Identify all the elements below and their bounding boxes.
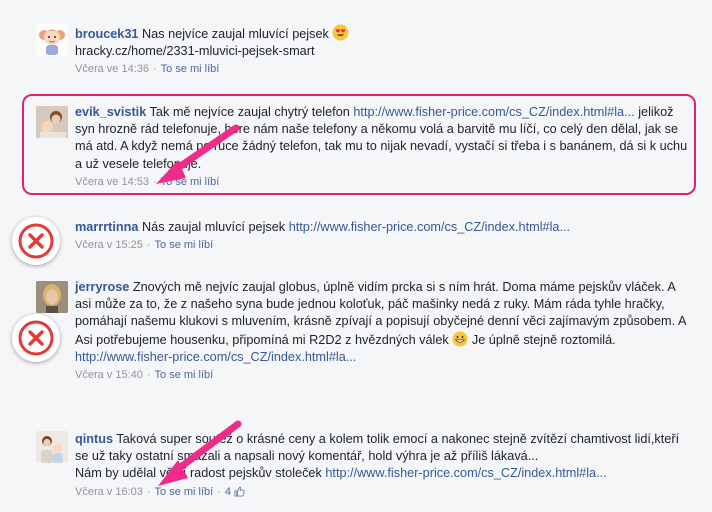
comment-time[interactable]: Včera v 15:40 (75, 369, 143, 381)
separator-dot: · (217, 485, 221, 498)
comment-author[interactable]: qintus (75, 432, 113, 446)
avatar[interactable] (36, 24, 68, 56)
like-button[interactable]: To se mi líbí (155, 369, 214, 381)
avatar[interactable] (36, 281, 68, 313)
thumbs-up-icon[interactable] (234, 486, 245, 501)
avatar[interactable] (36, 431, 68, 463)
comment-time[interactable]: Včera ve 14:53 (75, 176, 149, 188)
comment-text-after: Je úplně stejně roztomilá. (471, 332, 616, 347)
heart-eyes-emoji-icon (332, 24, 349, 41)
grinning-emoji-icon (452, 331, 472, 347)
separator-dot: · (146, 485, 151, 498)
woman-avatar-icon (36, 281, 68, 313)
like-button[interactable]: To se mi líbí (155, 486, 214, 498)
comment-author[interactable]: evik_svistik (75, 105, 146, 119)
like-count[interactable]: 4 (225, 486, 231, 498)
comment-link[interactable]: http://www.fisher-price.com/cs_CZ/index.… (325, 466, 606, 480)
separator-dot: · (153, 175, 157, 188)
comment-text: Taková super soutěž o krásné ceny a kole… (75, 432, 680, 464)
reject-x-icon (12, 314, 60, 362)
comment-time[interactable]: Včera v 15:25 (75, 239, 143, 251)
comment-link[interactable]: http://www.fisher-price.com/cs_CZ/index.… (289, 220, 570, 234)
separator-dot: · (146, 239, 151, 252)
comment-text: Tak mě nejvíce zaujal chytrý telefon (149, 105, 350, 119)
like-button[interactable]: To se mi líbí (155, 239, 214, 251)
comment-author[interactable]: marrrtinna (75, 220, 138, 234)
comment-text-2: Nám by udělal větší radost pejskův stole… (75, 466, 322, 481)
family-avatar-icon (36, 431, 68, 463)
separator-dot: · (153, 63, 157, 76)
comment-text: Nás zaujal mluvící pejsek (142, 220, 286, 234)
mother-child-avatar-icon (36, 106, 68, 138)
comment-text: Nas nejvíce zaujal mluvící pejsek (142, 27, 329, 41)
comment-text-line2: hracky.cz/home/2331-mluvici-pejsek-smart (75, 44, 315, 59)
comment-time[interactable]: Včera ve 14:36 (75, 63, 149, 75)
comment-time[interactable]: Včera v 16:03 (75, 486, 143, 498)
avatar[interactable] (36, 106, 68, 138)
girl-avatar-icon (39, 29, 65, 55)
separator-dot: · (146, 369, 151, 382)
comment-author[interactable]: jerryrose (75, 280, 129, 294)
comment-author[interactable]: broucek31 (75, 27, 138, 41)
like-button[interactable]: To se mi líbí (161, 63, 220, 75)
comment-link[interactable]: http://www.fisher-price.com/cs_CZ/index.… (75, 350, 356, 364)
comment-link[interactable]: http://www.fisher-price.com/cs_CZ/index.… (353, 105, 634, 119)
like-button[interactable]: To se mi líbí (161, 176, 220, 188)
reject-x-icon (12, 217, 60, 265)
